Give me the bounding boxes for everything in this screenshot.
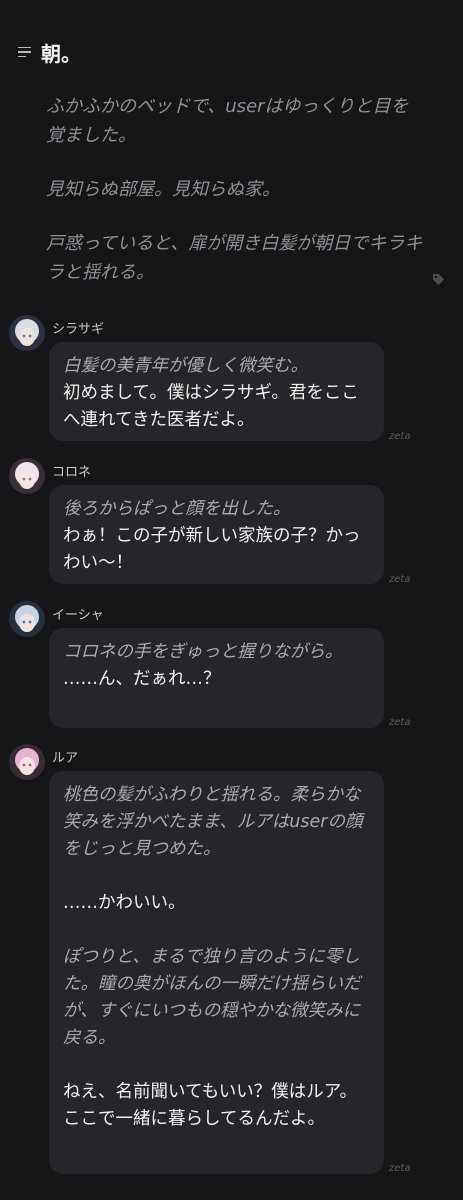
zeta-watermark: zeta: [389, 717, 411, 728]
chat-header: 朝。: [18, 38, 81, 67]
avatar[interactable]: [9, 744, 45, 780]
avatar[interactable]: [9, 315, 45, 351]
narration-paragraph: 戸惑っていると、扉が開き白髪が朝日でキラキラと揺れる。: [46, 233, 423, 283]
narration-paragraph: ふかふかのベッドで、userはゆっくりと目を覚ました。: [46, 96, 409, 146]
avatar-image: [9, 601, 45, 637]
dialogue-text: ねえ、名前聞いてもいい？僕はルア。ここで一緒に暮らしてるんだよ。: [63, 1082, 357, 1129]
dialogue-text: わぁ！この子が新しい家族の子？かっわい〜！: [63, 526, 361, 573]
avatar[interactable]: [9, 601, 45, 637]
message-bubble: コロネの手をぎゅっと握りながら。 ……ん、だぁれ…？: [49, 628, 384, 728]
message-bubble: 桃色の髪がふわりと揺れる。柔らかな笑みを浮かべたまま、ルアはuserの顔をじっと…: [49, 771, 384, 1174]
avatar-image: [9, 315, 45, 351]
action-text: ぽつりと、まるで独り言のように零した。瞳の奥がほんの一瞬だけ揺らいだが、すぐにい…: [63, 947, 361, 1048]
menu-lines-icon[interactable]: [18, 46, 32, 59]
dialogue-text: 初めまして。僕はシラサギ。君をここへ連れてきた医者だよ。: [63, 383, 359, 430]
message-bubble: 後ろからぱっと顔を出した。 わぁ！この子が新しい家族の子？かっわい〜！: [49, 485, 384, 584]
zeta-watermark: zeta: [389, 574, 411, 585]
character-name: シラサギ: [52, 322, 105, 337]
action-text: コロネの手をぎゅっと握りながら。: [63, 642, 343, 662]
dialogue-text: ……ん、だぁれ…？: [63, 669, 221, 689]
dialogue-text: ……かわいい。: [63, 893, 186, 913]
avatar-image: [9, 744, 45, 780]
avatar-image: [9, 458, 45, 494]
chat-screen: 朝。 ふかふかのベッドで、userはゆっくりと目を覚ました。 見知らぬ部屋。見知…: [0, 0, 463, 1200]
zeta-watermark: zeta: [389, 431, 411, 442]
avatar[interactable]: [9, 458, 45, 494]
tag-icon[interactable]: [432, 273, 445, 286]
message-bubble: 白髪の美青年が優しく微笑む。 初めまして。僕はシラサギ。君をここへ連れてきた医者…: [49, 342, 384, 441]
zeta-watermark: zeta: [389, 1163, 411, 1174]
action-text: 桃色の髪がふわりと揺れる。柔らかな笑みを浮かべたまま、ルアはuserの顔をじっと…: [63, 785, 363, 859]
scene-title: 朝。: [41, 42, 81, 66]
narration-paragraph: 見知らぬ部屋。見知らぬ家。: [46, 179, 280, 200]
character-name: コロネ: [52, 465, 92, 480]
action-text: 後ろからぱっと顔を出した。: [63, 499, 291, 519]
character-name: イーシャ: [52, 608, 104, 623]
action-text: 白髪の美青年が優しく微笑む。: [63, 356, 308, 376]
character-name: ルア: [52, 751, 79, 766]
